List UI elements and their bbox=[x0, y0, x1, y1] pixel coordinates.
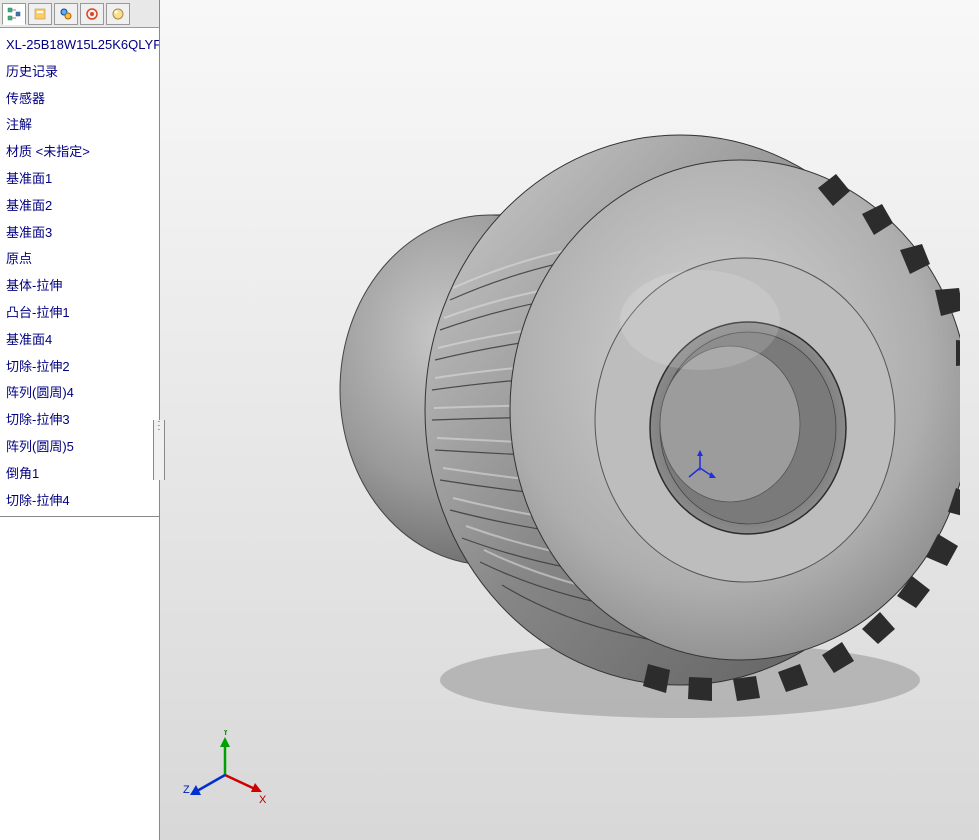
tree-item[interactable]: 基准面3 bbox=[0, 220, 159, 247]
axis-label-y: Y bbox=[222, 730, 230, 738]
3d-viewport[interactable]: * Y X Z bbox=[160, 0, 979, 840]
axis-label-z: Z bbox=[183, 784, 190, 796]
tab-dimexpert[interactable] bbox=[80, 3, 104, 25]
tree-item[interactable]: 原点 bbox=[0, 246, 159, 273]
feature-manager-panel: XL-25B18W15L25K6QLYFA 历史记录 传感器 注解 材质 <未指… bbox=[0, 0, 160, 840]
tree-item[interactable]: 注解 bbox=[0, 112, 159, 139]
tree-item[interactable]: 基准面2 bbox=[0, 193, 159, 220]
feature-tree-icon bbox=[7, 7, 21, 21]
tree-item[interactable]: 传感器 bbox=[0, 86, 159, 113]
tree-item[interactable]: 基准面1 bbox=[0, 166, 159, 193]
axis-label-x: X bbox=[259, 794, 267, 806]
tree-item[interactable]: 倒角1 bbox=[0, 461, 159, 488]
tree-item[interactable]: 阵列(圆周)5 bbox=[0, 434, 159, 461]
panel-splitter[interactable]: ··· bbox=[153, 420, 165, 480]
tree-item[interactable]: 切除-拉伸4 bbox=[0, 488, 159, 515]
tree-item[interactable]: 材质 <未指定> bbox=[0, 139, 159, 166]
svg-text:*: * bbox=[698, 467, 701, 476]
tab-display-manager[interactable] bbox=[106, 3, 130, 25]
manager-tab-strip bbox=[0, 0, 159, 28]
tree-item-part-root[interactable]: XL-25B18W15L25K6QLYFA bbox=[0, 32, 159, 59]
3d-model-gear[interactable] bbox=[280, 40, 960, 740]
tree-item[interactable]: 切除-拉伸3 bbox=[0, 407, 159, 434]
tree-item[interactable]: 基体-拉伸 bbox=[0, 273, 159, 300]
config-icon bbox=[59, 7, 73, 21]
tree-end-marker bbox=[0, 516, 159, 522]
orientation-triad[interactable]: Y X Z bbox=[180, 730, 270, 820]
tree-item[interactable]: 阵列(圆周)4 bbox=[0, 380, 159, 407]
display-icon bbox=[111, 7, 125, 21]
dim-icon bbox=[85, 7, 99, 21]
tree-item[interactable]: 基准面4 bbox=[0, 327, 159, 354]
tab-property-manager[interactable] bbox=[28, 3, 52, 25]
tree-item[interactable]: 切除-拉伸2 bbox=[0, 354, 159, 381]
property-icon bbox=[33, 7, 47, 21]
tree-item[interactable]: 凸台-拉伸1 bbox=[0, 300, 159, 327]
tree-item[interactable]: 历史记录 bbox=[0, 59, 159, 86]
tab-configuration-manager[interactable] bbox=[54, 3, 78, 25]
feature-tree[interactable]: XL-25B18W15L25K6QLYFA 历史记录 传感器 注解 材质 <未指… bbox=[0, 28, 159, 840]
origin-triad: * bbox=[680, 448, 720, 488]
tab-feature-manager[interactable] bbox=[2, 3, 26, 25]
